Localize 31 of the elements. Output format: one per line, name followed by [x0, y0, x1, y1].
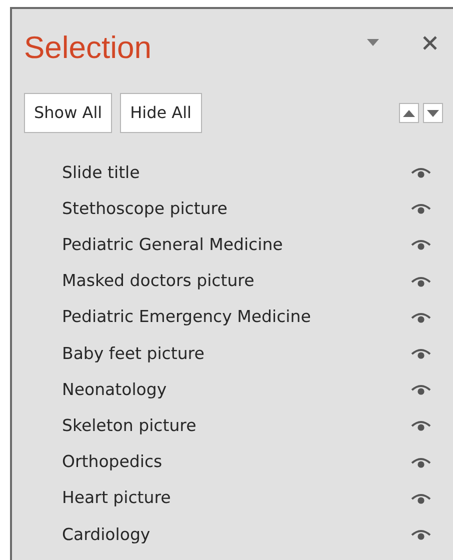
object-name[interactable]: Neonatology: [62, 378, 167, 403]
up-triangle-icon: [403, 110, 415, 116]
object-name[interactable]: Masked doctors picture: [62, 269, 254, 294]
eye-icon[interactable]: [411, 239, 431, 252]
object-name[interactable]: Skeleton picture: [62, 414, 196, 439]
object-name[interactable]: Baby feet picture: [62, 342, 204, 366]
move-down-button[interactable]: [423, 103, 443, 123]
close-icon[interactable]: [423, 36, 437, 50]
eye-icon[interactable]: [411, 167, 431, 180]
eye-icon[interactable]: [411, 492, 431, 505]
object-name[interactable]: Slide title: [62, 160, 140, 186]
object-name[interactable]: Orthopedics: [62, 450, 162, 475]
toolbar-button[interactable]: Show All: [24, 93, 112, 133]
eye-icon[interactable]: [411, 312, 431, 324]
object-name[interactable]: Stethoscope picture: [62, 196, 228, 222]
pane-title: Selection: [24, 30, 152, 66]
eye-icon[interactable]: [411, 348, 431, 360]
object-name[interactable]: Heart picture: [62, 486, 171, 512]
dropdown-arrow-icon[interactable]: [367, 38, 379, 46]
object-name[interactable]: Pediatric Emergency Medicine: [62, 305, 311, 330]
eye-icon[interactable]: [411, 528, 431, 541]
eye-icon[interactable]: [411, 456, 431, 469]
eye-icon[interactable]: [411, 276, 431, 288]
toolbar-button[interactable]: Hide All: [120, 93, 202, 133]
move-up-button[interactable]: [399, 103, 419, 123]
eye-icon[interactable]: [411, 203, 431, 216]
object-name[interactable]: Cardiology: [62, 522, 150, 548]
eye-icon[interactable]: [411, 420, 431, 432]
eye-icon[interactable]: [411, 384, 431, 396]
down-triangle-icon: [427, 110, 439, 116]
object-name[interactable]: Pediatric General Medicine: [62, 233, 283, 258]
